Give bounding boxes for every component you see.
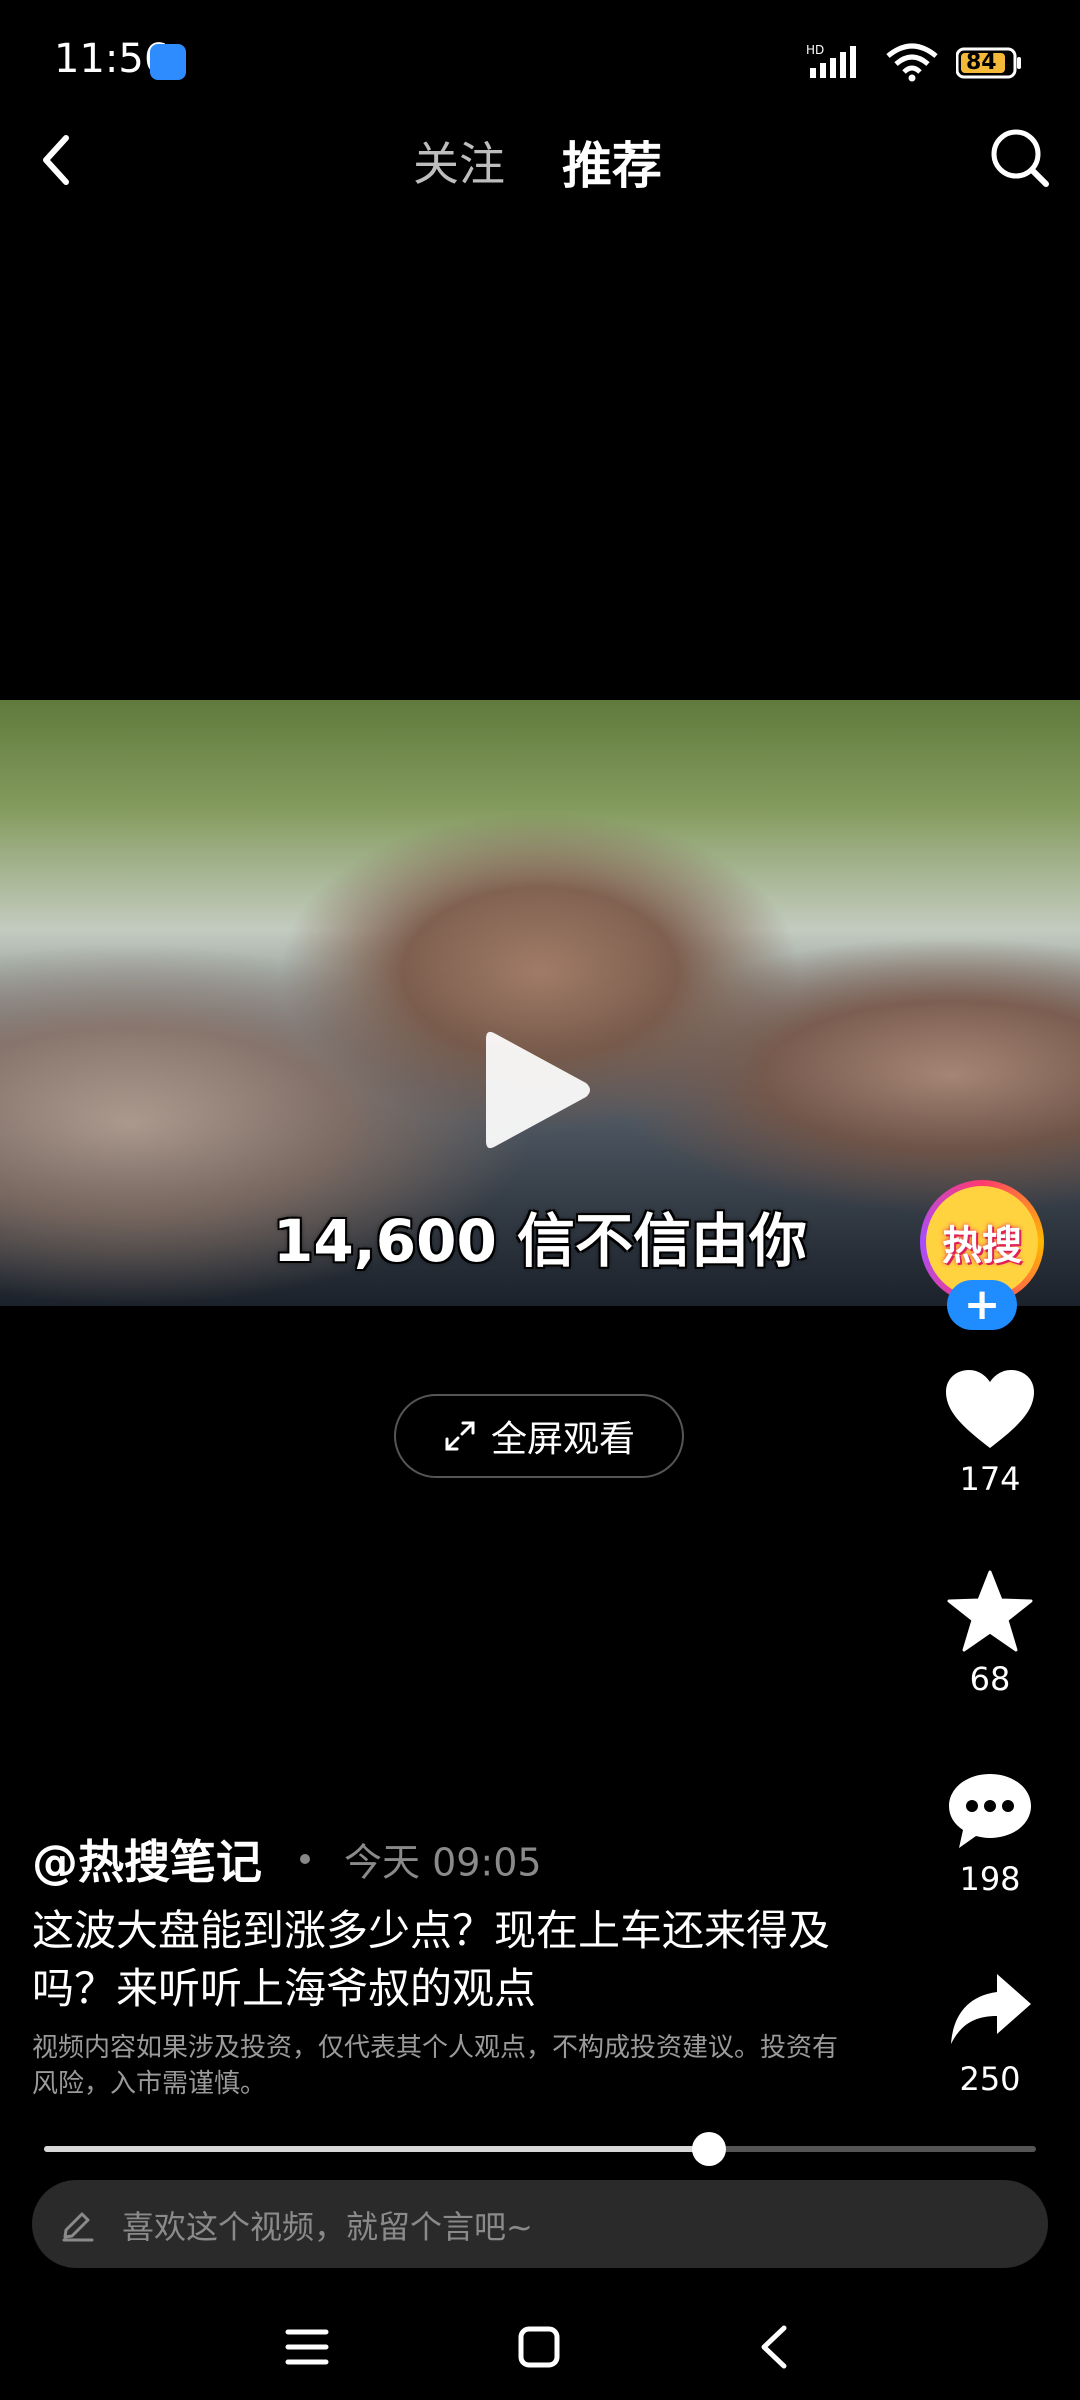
video-player[interactable]: 14,600 信不信由你 [0,700,1080,1306]
progress-bar[interactable] [44,2132,1036,2166]
app-notification-icon [150,44,186,80]
comment-count: 198 [959,1860,1021,1898]
signal-icon: HD [806,43,856,78]
video-caption: 14,600 信不信由你 [272,1207,807,1275]
fullscreen-label: 全屏观看 [490,1419,635,1460]
tab-recommend[interactable]: 推荐 [562,126,662,198]
play-icon[interactable] [482,1025,592,1155]
comment-button[interactable]: 198 [940,1770,1040,1898]
top-nav: 关注 推荐 [0,120,1080,200]
post-time: 今天 09:05 [344,1840,542,1885]
pencil-icon [62,2212,94,2242]
comment-placeholder: 喜欢这个视频，就留个言吧~ [122,2208,533,2246]
like-button[interactable]: 174 [940,1368,1040,1498]
nav-back-icon[interactable] [752,2324,798,2370]
investment-disclaimer: 视频内容如果涉及投资，仅代表其个人观点，不构成投资建议。投资有风险，入市需谨慎。 [32,2033,839,2099]
progress-handle[interactable] [691,2132,726,2166]
separator-dot [300,1854,310,1864]
status-bar: 11:56 HD 84 [0,0,1080,120]
share-button[interactable]: 250 [940,1970,1040,2098]
author-name[interactable]: @热搜笔记 [32,1835,262,1889]
share-icon [951,1974,1031,2044]
screen: 11:56 HD 84 关注 推荐 14,600 信不信由你 热搜 + 全屏观看… [0,0,1080,2400]
favorite-count: 68 [969,1660,1011,1698]
comment-input[interactable]: 喜欢这个视频，就留个言吧~ [32,2180,1048,2268]
menu-icon[interactable] [284,2324,330,2370]
video-title[interactable]: 这波大盘能到涨多少点？现在上车还来得及吗？来听听上海爷叔的观点 [32,1902,862,2018]
heart-icon [946,1370,1034,1448]
back-icon[interactable] [28,130,88,190]
battery-level: 84 [966,50,997,75]
follow-button[interactable]: + [947,1280,1017,1330]
star-icon [947,1570,1033,1652]
like-count: 174 [959,1460,1021,1498]
wifi-icon [886,43,938,82]
expand-icon [445,1421,475,1451]
search-icon[interactable] [988,126,1052,190]
home-icon[interactable] [516,2324,562,2370]
tab-follow[interactable]: 关注 [413,128,505,194]
favorite-button[interactable]: 68 [940,1570,1040,1698]
network-label: HD [806,43,824,57]
comment-icon [949,1774,1031,1848]
progress-fill [44,2146,709,2152]
author-row: @热搜笔记 今天 09:05 [32,1826,542,1889]
share-count: 250 [959,2060,1021,2098]
fullscreen-button[interactable]: 全屏观看 [394,1394,684,1478]
system-nav-bar [0,2300,1080,2400]
